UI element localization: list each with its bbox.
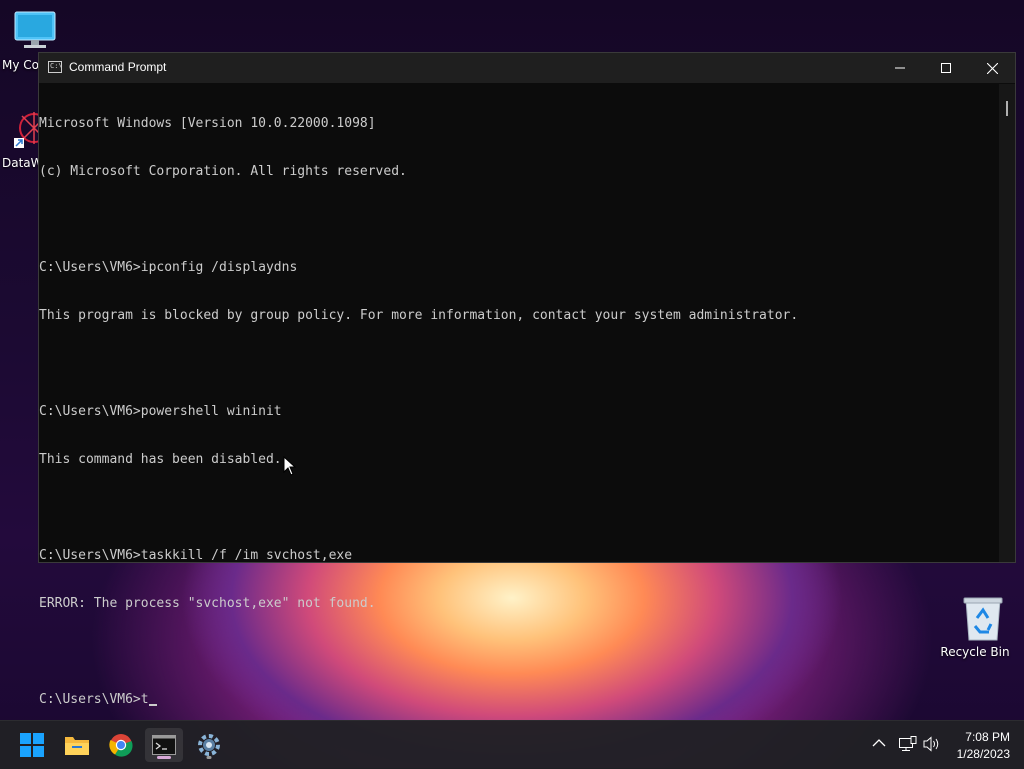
console-line: C:\Users\VM6>taskkill /f /im svchost,exe [39,548,353,563]
console-line: This program is blocked by group policy.… [39,308,799,323]
volume-icon [923,736,939,752]
close-icon [986,62,998,74]
network-button[interactable] [899,736,917,755]
command-prompt-window[interactable]: C:\ Command Prompt Microsoft Windows [Ve… [38,52,1016,707]
monitor-icon [14,11,56,48]
command-prompt-icon: C:\ [48,61,63,73]
mouse-pointer-icon [283,456,297,476]
clock-time: 7:08 PM [965,730,1010,744]
console-line: Microsoft Windows [Version 10.0.22000.10… [39,116,376,131]
command-prompt-icon [152,735,176,755]
desktop-icon-label: My Co [2,58,39,72]
scrollbar-thumb[interactable] [1006,101,1008,116]
text-cursor [148,704,157,706]
maximize-icon [941,63,951,73]
show-hidden-icons-button[interactable] [872,737,886,751]
running-app-indicator [206,756,212,759]
console-line: (c) Microsoft Corporation. All rights re… [39,164,407,179]
close-button[interactable] [969,53,1015,83]
taskbar-clock[interactable]: 7:08 PM 1/28/2023 [957,729,1010,763]
taskbar-file-explorer[interactable] [58,728,96,762]
window-title: Command Prompt [69,60,167,74]
file-explorer-icon [65,737,89,755]
maximize-button[interactable] [923,53,969,83]
chevron-up-icon [872,739,886,747]
desktop-icon-my-computer[interactable]: My Co [0,10,60,72]
vertical-scrollbar[interactable] [999,84,1015,562]
desktop-icon-label: DataW [2,156,43,170]
console-output[interactable]: Microsoft Windows [Version 10.0.22000.10… [39,84,1000,707]
taskbar: 7:08 PM 1/28/2023 [0,720,1024,769]
start-button[interactable] [13,728,51,762]
desktop-icon-dataw[interactable]: DataW [0,108,48,172]
taskbar-settings[interactable] [190,728,228,762]
minimize-icon [895,67,905,69]
console-line: C:\Users\VM6>ipconfig /displaydns [39,260,298,275]
console-line: C:\Users\VM6>powershell wininit [39,404,282,419]
chrome-icon [109,734,133,757]
network-icon [899,736,917,751]
taskbar-command-prompt[interactable] [145,728,183,762]
taskbar-chrome[interactable] [102,728,140,762]
title-bar[interactable]: C:\ Command Prompt [39,53,1015,83]
start-icon [20,733,44,757]
minimize-button[interactable] [877,53,923,83]
active-app-indicator [157,756,171,759]
prompt-input-text: C:\Users\VM6>t [39,692,149,707]
volume-button[interactable] [923,736,941,755]
console-line: This command has been disabled. [39,452,282,467]
console-prompt-line[interactable]: C:\Users\VM6>t [39,692,1000,708]
settings-icon [198,734,220,756]
console-line: ERROR: The process "svchost,exe" not fou… [39,596,376,611]
clock-date: 1/28/2023 [956,747,1010,761]
